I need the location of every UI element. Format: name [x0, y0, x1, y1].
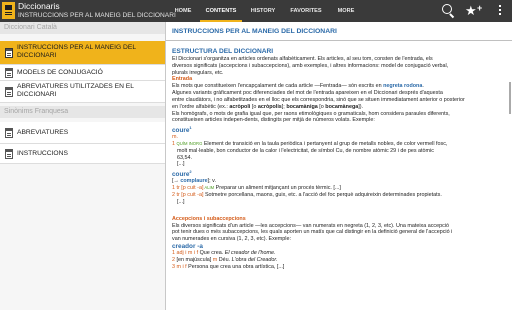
- scrollbar[interactable]: [509, 82, 511, 114]
- action-bar: Diccionaris INSTRUCCIONS PER AL MANEIG D…: [0, 0, 512, 22]
- headword-creador[interactable]: creador -a: [172, 243, 506, 250]
- definition: 2 [en majúscula] m Déu. L'obra del Cread…: [172, 256, 278, 263]
- definition: 2 tr [p cuit -a] Sotmetre porcellana, ma…: [172, 192, 442, 198]
- paragraph: Els homògrafs, o mots de grafia igual qu…: [172, 110, 450, 117]
- search-icon[interactable]: [441, 3, 455, 19]
- app-title: Diccionaris: [18, 1, 60, 11]
- star-plus-icon[interactable]: ★ +: [465, 3, 485, 19]
- book-icon: [5, 48, 13, 58]
- app-icon[interactable]: [2, 2, 15, 19]
- tab-contents[interactable]: CONTENTS: [198, 0, 244, 22]
- definition: molt mal·leable, bon conductor de la cal…: [177, 147, 434, 154]
- paragraph: Algunes variants gràficament poc diferen…: [172, 90, 443, 97]
- book-icon: [5, 149, 13, 159]
- book-icon: [5, 128, 13, 138]
- app-subtitle: INSTRUCCIONS PER AL MANEIG DEL DICCIONAR…: [18, 12, 176, 19]
- article-body: ESTRUCTURA DEL DICCIONARI El Diccionari …: [172, 48, 506, 270]
- sidebar-item-label: ABREVIATURES UTILITZADES EN EL DICCIONAR…: [17, 83, 134, 98]
- paragraph: pot tenir dues o més subaccepcions, les …: [172, 229, 453, 236]
- tab-history[interactable]: HISTORY: [244, 0, 282, 22]
- overflow-menu-icon[interactable]: [496, 3, 504, 19]
- subheading-accepcions: Accepcions i subaccepcions: [172, 215, 246, 222]
- paragraph: entre claudàtors, i no alfabetitzades en…: [172, 96, 465, 103]
- sidebar-item-instruccions[interactable]: INSTRUCCIONS: [0, 144, 165, 164]
- plus-icon: +: [477, 3, 483, 13]
- sidebar-item-label: ABREVIATURES: [17, 129, 69, 136]
- section-header-sinonims-franquesa: Sinònims Franquesa: [0, 106, 165, 118]
- content-title: INSTRUCCIONS PER AL MANEIG DEL DICCIONAR…: [172, 28, 337, 35]
- tab-more[interactable]: MORE: [330, 0, 362, 22]
- tab-bar: HOME CONTENTS HISTORY FAVORITES MORE: [168, 0, 362, 22]
- ellipsis: [...]: [177, 161, 185, 168]
- tab-home[interactable]: HOME: [168, 0, 198, 22]
- headword-coure-1[interactable]: coure1: [172, 124, 506, 134]
- part-of-speech: m.: [172, 134, 178, 141]
- paragraph: constitueixen articles indepen-dents, di…: [172, 117, 375, 124]
- paragraph: Els diversos significats d'un article —l…: [172, 222, 449, 229]
- paragraph: van numerades en cursiva (1, 2, 3, etc).…: [172, 236, 291, 243]
- paragraph: en l'ordre alfabètic (ex.: acròpoli [o a…: [172, 103, 364, 110]
- sidebar-item-models-conjugacio[interactable]: MODELS DE CONJUGACIÓ: [0, 65, 165, 81]
- headword-coure-2[interactable]: coure2: [172, 168, 506, 178]
- section-header-diccionari-catala: Diccionari Català: [0, 22, 165, 34]
- definition: 1 tr [p cuit -a] ALIM Preparar un alimen…: [172, 185, 341, 192]
- sidebar-item-abreviatures-diccionari[interactable]: ABREVIATURES UTILITZADES EN EL DICCIONAR…: [0, 81, 165, 103]
- tab-favorites[interactable]: FAVORITES: [282, 0, 330, 22]
- conjugation-ref: [→ complaure]; v.: [172, 178, 216, 185]
- sidebar-item-label: INSTRUCCIONS: [17, 150, 68, 157]
- book-icon: [5, 87, 13, 97]
- definition: 63,54.: [177, 154, 192, 161]
- link-complaure[interactable]: complaure: [180, 178, 207, 184]
- sidebar-item-label: INSTRUCCIONS PER AL MANEIG DEL DICCIONAR…: [17, 44, 136, 59]
- sidebar: Diccionari Català INSTRUCCIONS PER AL MA…: [0, 22, 166, 310]
- title-divider: [166, 40, 512, 41]
- content-pane: INSTRUCCIONS PER AL MANEIG DEL DICCIONAR…: [166, 22, 512, 310]
- paragraph: El Diccionari s'organitza en articles or…: [172, 56, 433, 62]
- definition: 1 adj i m i f Que crea. El creador de l'…: [172, 249, 276, 256]
- paragraph: diversos significats (accepcions i subac…: [172, 62, 449, 69]
- section-heading: ESTRUCTURA DEL DICCIONARI: [172, 48, 274, 55]
- ellipsis: [...]: [177, 198, 185, 205]
- link-negreta-rodona[interactable]: negreta rodona: [383, 83, 422, 89]
- sidebar-item-instruccions-maneig[interactable]: INSTRUCCIONS PER AL MANEIG DEL DICCIONAR…: [0, 41, 165, 65]
- definition: 3 m i f Persona que crea una obra artíst…: [172, 263, 285, 270]
- paragraph: plurals irregulars, etc.: [172, 69, 224, 76]
- subheading-entrada: Entrada: [172, 76, 193, 83]
- sidebar-item-label: MODELS DE CONJUGACIÓ: [17, 69, 103, 76]
- book-icon: [5, 68, 13, 78]
- definition: 1 QUÍM INORG Element de transició en la …: [172, 141, 448, 148]
- paragraph: Els mots que constitueixen l'encapçalame…: [172, 83, 424, 90]
- sidebar-item-abreviatures[interactable]: ABREVIATURES: [0, 122, 165, 144]
